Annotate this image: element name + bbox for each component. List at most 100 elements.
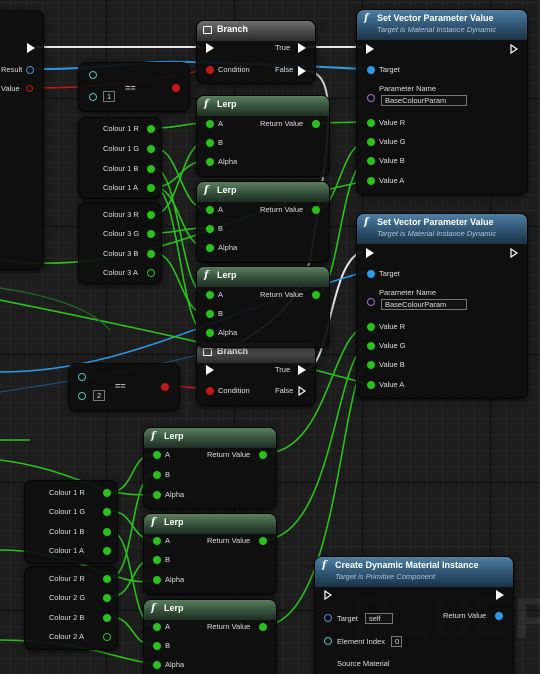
b-pin[interactable] [206,225,214,233]
create-dynamic-material-node[interactable]: f Create Dynamic Material Instance Targe… [314,556,514,674]
alpha-pin[interactable] [153,661,161,669]
break-colour-node-4[interactable]: Colour 2 R Colour 2 G Colour 2 B Colour … [24,566,118,650]
compare-node-1[interactable]: 1 == [78,62,190,112]
value-g-pin[interactable] [367,138,375,146]
false-exec-pin[interactable] [298,66,306,76]
target-pin[interactable] [367,66,375,74]
parameter-name-pin[interactable] [367,94,375,102]
value-r-pin[interactable] [367,119,375,127]
a-pin[interactable] [206,291,214,299]
colour-1-r-pin[interactable] [147,125,155,133]
b-pin[interactable] [153,556,161,564]
a-pin[interactable] [206,206,214,214]
a-pin[interactable] [153,451,161,459]
colour-1-g-pin[interactable] [147,145,155,153]
parameter-name-field[interactable]: BaseColourParam [381,299,467,310]
lerp-node-1[interactable]: f Lerp A Return Value B Alpha [196,95,330,177]
colour-2-b-pin[interactable] [103,614,111,622]
return-pin[interactable] [259,537,267,545]
colour-2-r-pin[interactable] [103,575,111,583]
colour-1-g-pin[interactable] [103,508,111,516]
set-vector-param-node-2[interactable]: f Set Vector Parameter Value Target is M… [356,213,528,399]
a-pin[interactable] [153,623,161,631]
target-pin[interactable] [367,270,375,278]
exec-out-pin[interactable] [496,590,504,600]
b-pin[interactable] [153,471,161,479]
break-colour-node-1[interactable]: Colour 1 R Colour 1 G Colour 1 B Colour … [78,117,162,199]
lerp-node-4[interactable]: f Lerp A Return Value B Alpha [143,427,277,509]
return-pin[interactable] [259,623,267,631]
alpha-pin[interactable] [206,158,214,166]
parameter-name-field[interactable]: BaseColourParam [381,95,467,106]
blueprint-graph-canvas[interactable]: BLUEPRINT Result Value 1 == 2 == Branch … [0,0,540,674]
value-r-pin[interactable] [367,323,375,331]
target-value-field[interactable]: self [365,613,393,624]
compare-output-pin[interactable] [161,383,169,391]
exec-in-pin[interactable] [366,248,374,258]
partial-node-left[interactable]: Result Value [0,10,44,270]
condition-pin[interactable] [206,66,214,74]
colour-3-a-pin[interactable] [147,269,155,277]
b-pin[interactable] [206,310,214,318]
return-pin[interactable] [312,120,320,128]
compare-input-b-pin[interactable] [89,93,97,101]
lerp-node-6[interactable]: f Lerp A Return Value B Alpha [143,599,277,674]
compare-value-field[interactable]: 1 [103,91,115,102]
colour-2-a-pin[interactable] [103,633,111,641]
target-pin[interactable] [324,614,332,622]
compare-value-field[interactable]: 2 [93,390,105,401]
branch-node-1[interactable]: Branch True Condition False [196,20,316,84]
alpha-pin[interactable] [206,329,214,337]
exec-out-pin[interactable] [510,248,518,258]
colour-1-b-pin[interactable] [103,528,111,536]
exec-in-pin[interactable] [206,365,214,375]
exec-out-pin[interactable] [510,44,518,54]
colour-1-b-pin[interactable] [147,165,155,173]
b-pin[interactable] [206,139,214,147]
alpha-pin[interactable] [153,491,161,499]
colour-1-a-pin[interactable] [147,184,155,192]
false-exec-pin[interactable] [298,386,306,396]
exec-in-pin[interactable] [206,43,214,53]
compare-node-2[interactable]: 2 == [68,363,180,411]
value-a-pin[interactable] [367,381,375,389]
value-b-pin[interactable] [367,157,375,165]
colour-3-r-pin[interactable] [147,211,155,219]
element-index-pin[interactable] [324,637,332,645]
set-vector-param-node-1[interactable]: f Set Vector Parameter Value Target is M… [356,9,528,195]
colour-2-g-pin[interactable] [103,594,111,602]
compare-input-a-pin[interactable] [89,71,97,79]
break-colour-node-3[interactable]: Colour 1 R Colour 1 G Colour 1 B Colour … [24,480,118,564]
a-pin[interactable] [153,537,161,545]
true-exec-pin[interactable] [298,365,306,375]
exec-in-pin[interactable] [366,44,374,54]
return-pin[interactable] [312,291,320,299]
break-colour-node-2[interactable]: Colour 3 R Colour 3 G Colour 3 B Colour … [78,202,162,284]
colour-1-r-pin[interactable] [103,489,111,497]
colour-3-b-pin[interactable] [147,250,155,258]
b-pin[interactable] [153,642,161,650]
compare-output-pin[interactable] [172,84,180,92]
value-g-pin[interactable] [367,342,375,350]
value-b-pin[interactable] [367,361,375,369]
value-pin[interactable] [26,85,33,92]
return-pin[interactable] [312,206,320,214]
value-a-pin[interactable] [367,177,375,185]
return-pin[interactable] [495,612,503,620]
lerp-node-3[interactable]: f Lerp A Return Value B Alpha [196,266,330,348]
a-pin[interactable] [206,120,214,128]
lerp-node-2[interactable]: f Lerp A Return Value B Alpha [196,181,330,263]
condition-pin[interactable] [206,387,214,395]
lerp-node-5[interactable]: f Lerp A Return Value B Alpha [143,513,277,595]
colour-1-a-pin[interactable] [103,547,111,555]
parameter-name-pin[interactable] [367,298,375,306]
compare-input-b-pin[interactable] [78,392,86,400]
branch-node-2[interactable]: Branch True Condition False [196,342,316,406]
exec-in-pin[interactable] [324,590,332,600]
exec-out-pin[interactable] [27,43,35,53]
colour-3-g-pin[interactable] [147,230,155,238]
true-exec-pin[interactable] [298,43,306,53]
alpha-pin[interactable] [153,576,161,584]
alpha-pin[interactable] [206,244,214,252]
return-pin[interactable] [259,451,267,459]
